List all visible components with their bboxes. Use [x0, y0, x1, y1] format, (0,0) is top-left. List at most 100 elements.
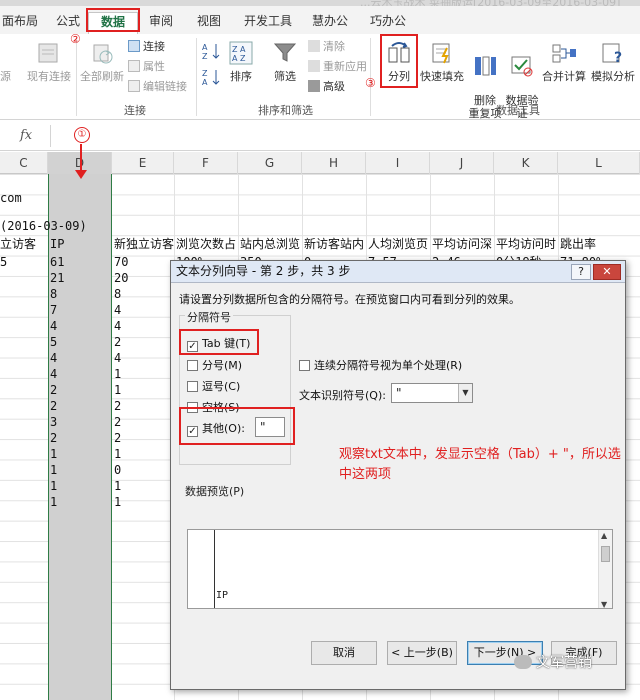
cell-e[interactable]: 4 — [114, 318, 121, 334]
consecutive-delimiters-checkbox[interactable]: 连续分隔符号视为单个处理(R) — [299, 357, 462, 373]
cell-e[interactable]: 4 — [114, 350, 121, 366]
cell-d[interactable]: 4 — [50, 350, 57, 366]
sort-button[interactable]: Z AA Z 排序 — [226, 40, 256, 84]
comma-checkbox[interactable]: 逗号(C) — [187, 378, 240, 394]
cell-d[interactable]: 3 — [50, 414, 57, 430]
header-cell-c[interactable]: 立访客 — [0, 236, 36, 252]
header-cell-g[interactable]: 站内总浏览 — [240, 236, 302, 252]
consolidate-button[interactable]: 合并计算 — [540, 40, 588, 84]
cell-e[interactable]: 4 — [114, 302, 121, 318]
from-source-button[interactable]: 源 — [0, 68, 11, 84]
cell-d[interactable]: 7 — [50, 302, 57, 318]
cell-d[interactable]: 8 — [50, 286, 57, 302]
filter-button[interactable]: 筛选 — [268, 40, 302, 84]
sort-desc-button[interactable]: ZA — [200, 68, 224, 88]
header-cell-l[interactable]: 跳出率 — [560, 236, 596, 252]
cell-c5[interactable]: 5 — [0, 254, 7, 270]
cell-c-date[interactable]: (2016-03-09) — [0, 218, 87, 234]
tab-page-layout[interactable]: 面布局 — [0, 12, 40, 34]
edit-links-icon — [128, 80, 140, 92]
cell-e5[interactable]: 70 — [114, 254, 128, 270]
header-cell-k[interactable]: 平均访问时 — [496, 236, 558, 252]
column-header-k[interactable]: K — [494, 152, 558, 174]
semicolon-checkbox[interactable]: 分号(M) — [187, 357, 242, 373]
advanced-filter-button[interactable]: 高级 — [308, 78, 345, 94]
selected-column-d[interactable] — [48, 174, 112, 700]
tab-view[interactable]: 视图 — [190, 12, 228, 34]
arrow-down-icon — [75, 170, 87, 179]
reapply-label: 重新应用 — [323, 60, 367, 73]
header-cell-e[interactable]: 新独立访客 — [114, 236, 174, 252]
cell-d[interactable]: 1 — [50, 494, 57, 510]
dialog-title-bar[interactable]: 文本分列向导 - 第 2 步，共 3 步 ? ✕ — [171, 261, 625, 283]
column-header-e[interactable]: E — [112, 152, 174, 174]
tab-hui-office[interactable]: 慧办公 — [306, 12, 354, 34]
column-header-j[interactable]: J — [430, 152, 494, 174]
cancel-button[interactable]: 取消 — [311, 641, 377, 665]
tab-developer[interactable]: 开发工具 — [238, 12, 298, 34]
column-header-l[interactable]: L — [558, 152, 640, 174]
header-cell-d[interactable]: IP — [50, 236, 64, 252]
formula-input[interactable] — [50, 125, 640, 147]
column-header-c[interactable]: C — [0, 152, 48, 174]
preview-scrollbar[interactable]: ▲ ▼ — [598, 530, 612, 608]
cell-e[interactable]: 2 — [114, 398, 121, 414]
cell-e[interactable]: 1 — [114, 478, 121, 494]
cell-d[interactable]: 1 — [50, 462, 57, 478]
properties-button[interactable]: 属性 — [128, 58, 165, 74]
header-cell-h[interactable]: 新访客站内 — [304, 236, 366, 252]
fx-icon[interactable]: fx — [20, 128, 32, 143]
existing-connections-button[interactable]: 现有连接 — [24, 40, 74, 84]
cell-e[interactable]: 1 — [114, 366, 121, 382]
tab-qiao-office[interactable]: 巧办公 — [364, 12, 412, 34]
cell-e[interactable]: 2 — [114, 334, 121, 350]
cell-e[interactable]: 8 — [114, 286, 121, 302]
cell-e[interactable]: 2 — [114, 414, 121, 430]
existing-connections-label: 现有连接 — [27, 70, 71, 83]
cell-d[interactable]: 2 — [50, 382, 57, 398]
sort-asc-button[interactable]: AZ — [200, 42, 224, 62]
cell-d[interactable]: 4 — [50, 366, 57, 382]
cell-e[interactable]: 1 — [114, 494, 121, 510]
cell-d[interactable]: 5 — [50, 334, 57, 350]
column-header-h[interactable]: H — [302, 152, 366, 174]
cell-d[interactable]: 4 — [50, 318, 57, 334]
tab-formulas[interactable]: 公式 — [50, 12, 86, 34]
chevron-down-icon[interactable]: ▼ — [458, 384, 472, 402]
cell-d5[interactable]: 61 — [50, 254, 64, 270]
refresh-all-button[interactable]: 全部刷新 — [80, 40, 124, 84]
scroll-down-icon[interactable]: ▼ — [601, 600, 607, 608]
cell-e[interactable]: 2 — [114, 430, 121, 446]
cell-d[interactable]: 2 — [50, 430, 57, 446]
flash-fill-button[interactable]: 快速填充 — [418, 40, 466, 84]
header-cell-f[interactable]: 浏览次数占 — [176, 236, 238, 252]
cell-e[interactable]: 20 — [114, 270, 128, 286]
what-if-analysis-button[interactable]: ? 模拟分析 — [588, 40, 638, 84]
cell-d[interactable]: 2 — [50, 398, 57, 414]
column-header-g[interactable]: G — [238, 152, 302, 174]
cell-e[interactable]: 0 — [114, 462, 121, 478]
clear-filter-button[interactable]: 清除 — [308, 38, 345, 54]
tab-review[interactable]: 审阅 — [142, 12, 180, 34]
text-qualifier-select[interactable]: " ▼ — [391, 383, 473, 403]
column-header-f[interactable]: F — [174, 152, 238, 174]
close-button[interactable]: ✕ — [593, 264, 621, 280]
column-header-i[interactable]: I — [366, 152, 430, 174]
cell-d[interactable]: 21 — [50, 270, 64, 286]
preview-ip-text: IP — [216, 590, 229, 601]
scroll-up-icon[interactable]: ▲ — [601, 531, 607, 540]
help-button[interactable]: ? — [571, 264, 591, 280]
cell-e[interactable]: 1 — [114, 382, 121, 398]
scroll-thumb[interactable] — [601, 546, 610, 562]
header-cell-i[interactable]: 人均浏览页 — [368, 236, 430, 252]
edit-links-button[interactable]: 编辑链接 — [128, 78, 187, 94]
cell-d[interactable]: 1 — [50, 446, 57, 462]
cell-e[interactable]: 1 — [114, 446, 121, 462]
cell-c-com[interactable]: com — [0, 190, 22, 206]
cell-d[interactable]: 1 — [50, 478, 57, 494]
connections-button[interactable]: 连接 — [128, 38, 165, 54]
header-cell-j[interactable]: 平均访问深 — [432, 236, 494, 252]
back-button[interactable]: < 上一步(B) — [387, 641, 457, 665]
data-preview-box[interactable]: IP ▲ ▼ — [187, 529, 613, 609]
reapply-button[interactable]: 重新应用 — [308, 58, 367, 74]
